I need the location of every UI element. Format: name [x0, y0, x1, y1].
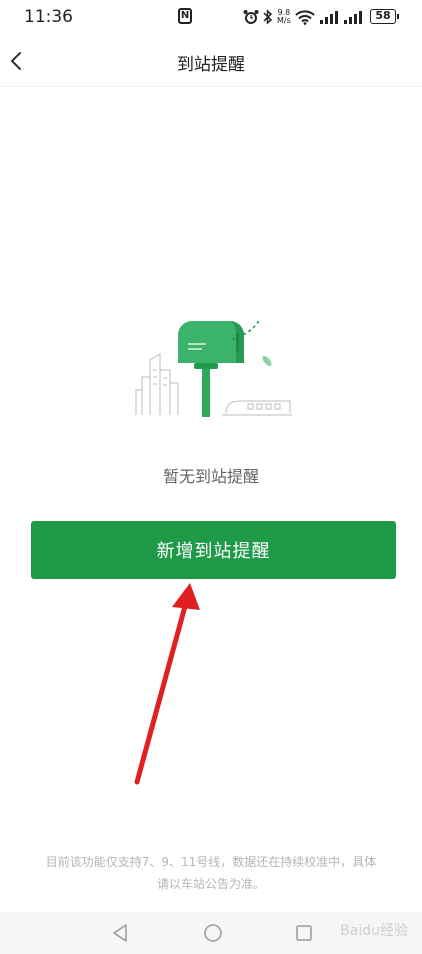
- alarm-icon: [243, 10, 259, 24]
- signal-icon: [319, 11, 338, 24]
- mailbox-post: [202, 367, 210, 417]
- triangle-back-icon[interactable]: [110, 922, 130, 944]
- signal-icon-2: [343, 11, 362, 24]
- add-reminder-button[interactable]: 新增到站提醒: [31, 521, 396, 579]
- city-buildings: [135, 353, 179, 415]
- notice-text: 目前该功能仅支持7、9、11号线，数据还在持续校准中，具体请以车站公告为准。: [45, 855, 377, 891]
- net-speed: 9.8 M/s: [277, 8, 291, 25]
- circle-home-icon[interactable]: [202, 922, 224, 944]
- leaf-icon: [262, 356, 272, 366]
- status-time: 11:36: [24, 7, 73, 27]
- watermark: Baidu经验: [340, 923, 408, 939]
- status-icons: 9.8 M/s: [243, 6, 363, 28]
- annotation-arrow: [134, 583, 200, 785]
- bluetooth-icon: [263, 9, 273, 25]
- nfc-icon: N: [178, 8, 192, 24]
- wifi-icon: [295, 10, 315, 25]
- battery-icon: 58: [370, 9, 399, 24]
- mailbox-flag: [236, 333, 239, 353]
- status-bar: 11:36 N 9.8 M/s 58: [0, 0, 422, 36]
- page-title: 到站提醒: [177, 55, 245, 75]
- empty-state-text: 暂无到站提醒: [162, 467, 259, 486]
- square-recents-icon[interactable]: [294, 922, 314, 944]
- mailbox-body: [178, 321, 244, 363]
- system-nav-bar: Baidu经验: [0, 912, 422, 954]
- nav-header: 到站提醒: [0, 36, 422, 87]
- train-icon: [222, 400, 292, 416]
- mailbox-illustration: [135, 318, 292, 417]
